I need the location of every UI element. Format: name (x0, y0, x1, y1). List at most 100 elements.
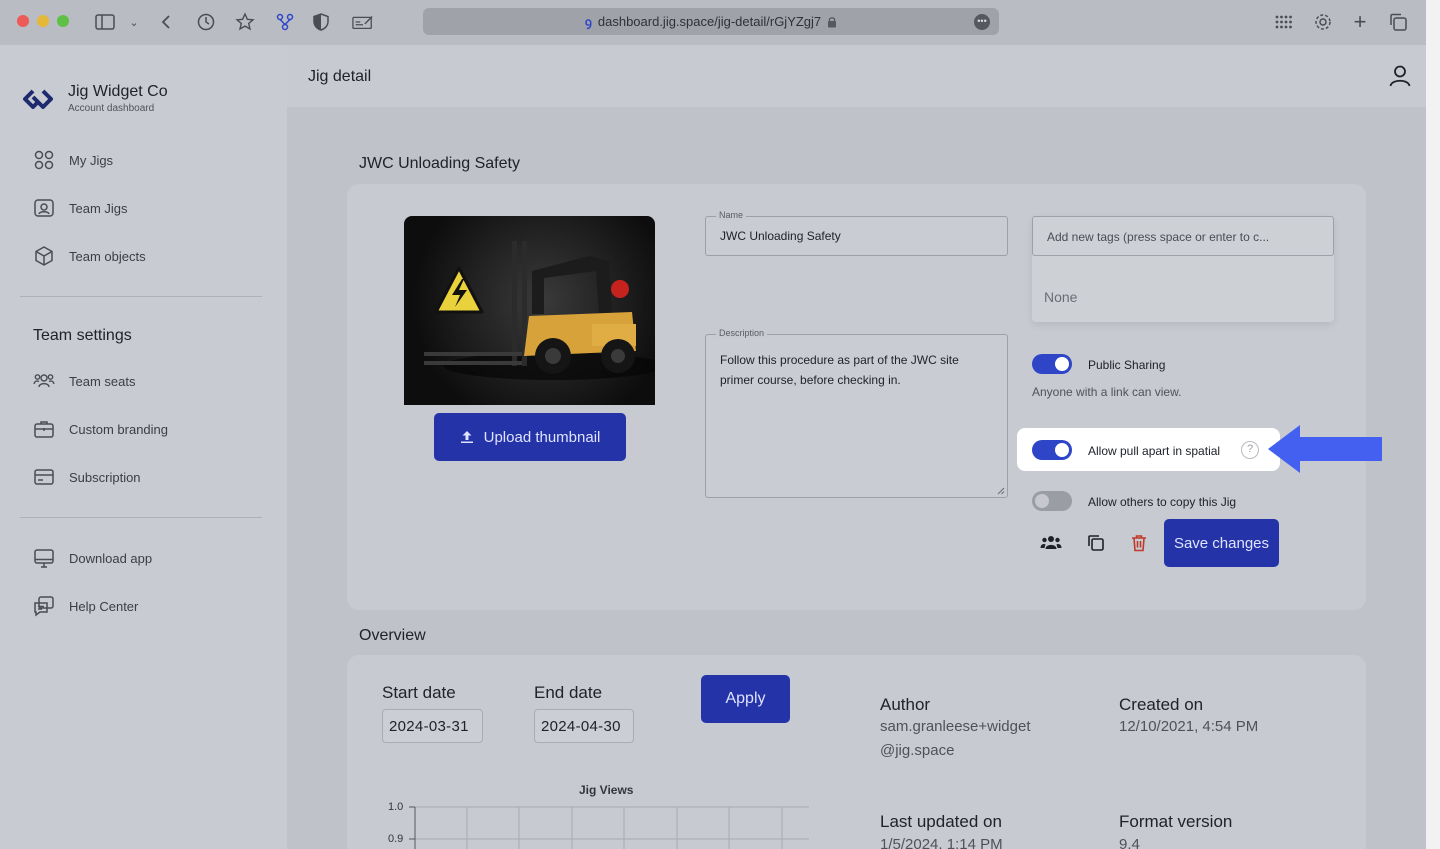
reader-icon[interactable] (352, 11, 374, 33)
tags-input[interactable]: Add new tags (press space or enter to c.… (1032, 216, 1334, 256)
sidebar-item-team-objects[interactable]: Team objects (33, 245, 146, 267)
help-icon (34, 596, 54, 617)
start-date-input[interactable]: 2024-03-31 (382, 709, 483, 743)
created-value: 12/10/2021, 4:54 PM (1119, 718, 1259, 735)
resize-handle-icon[interactable] (997, 487, 1005, 495)
star-icon[interactable] (234, 11, 256, 33)
updated-label: Last updated on (880, 812, 1002, 831)
overview-card: Start date 2024-03-31 End date 2024-04-3… (347, 655, 1366, 849)
users-icon (33, 374, 55, 388)
grid-icon (34, 150, 54, 170)
minimize-window-button[interactable] (37, 15, 49, 27)
team-share-icon[interactable] (1040, 534, 1062, 552)
overview-heading: Overview (359, 627, 426, 644)
sidebar-item-label: Download app (69, 550, 153, 566)
format-value: 9.4 (1119, 836, 1140, 849)
sidebar-item-download-app[interactable]: Download app (33, 547, 152, 569)
history-icon[interactable] (195, 11, 217, 33)
user-icon[interactable] (1388, 64, 1412, 88)
upload-thumbnail-button[interactable]: Upload thumbnail (434, 413, 626, 461)
sidebar-item-label: Custom branding (69, 421, 168, 437)
briefcase-icon (34, 421, 54, 438)
sidebar: Jig Widget Co Account dashboard My Jigs … (0, 45, 287, 849)
start-date-label: Start date (382, 683, 456, 702)
tags-empty-text: None (1044, 289, 1078, 305)
sidebar-item-label: Team objects (69, 248, 146, 264)
sidebar-divider (20, 296, 262, 297)
apply-label: Apply (725, 690, 766, 707)
brand-subtitle: Account dashboard (68, 103, 155, 114)
sidebar-item-label: Team Jigs (69, 200, 128, 216)
tags-panel: Add new tags (press space or enter to c.… (1032, 216, 1334, 322)
y-tick-label: 0.9 (388, 833, 404, 845)
name-field[interactable]: Name JWC Unloading Safety (705, 210, 1008, 256)
close-window-button[interactable] (17, 15, 29, 27)
copy-jig-label: Allow others to copy this Jig (1088, 495, 1237, 509)
name-field-value: JWC Unloading Safety (720, 229, 841, 243)
sidebar-item-label: Help Center (69, 598, 139, 614)
created-label: Created on (1119, 695, 1204, 714)
jig-views-chart (409, 806, 809, 849)
description-field[interactable]: Description Follow this procedure as par… (705, 328, 1008, 498)
description-field-label: Description (716, 328, 768, 338)
updated-value: 1/5/2024, 1:14 PM (880, 836, 1003, 849)
author-value: sam.granleese+widget@jig.space (880, 718, 1031, 759)
end-date-label: End date (534, 683, 603, 702)
back-icon[interactable] (155, 11, 177, 33)
tabs-overview-icon[interactable] (1387, 11, 1409, 33)
pull-apart-highlight: Allow pull apart in spatial ? (1017, 428, 1280, 471)
jig-heading: JWC Unloading Safety (359, 155, 520, 172)
monitor-icon (34, 549, 54, 568)
upload-icon (460, 431, 473, 443)
window-edge (1426, 0, 1440, 849)
gear-icon[interactable] (1312, 11, 1334, 33)
author-label: Author (880, 695, 931, 714)
more-icon[interactable]: ••• (974, 14, 990, 30)
sidebar-item-team-jigs[interactable]: Team Jigs (33, 197, 128, 219)
pull-apart-label: Allow pull apart in spatial (1088, 444, 1221, 458)
new-tab-icon[interactable]: + (1349, 9, 1371, 34)
duplicate-icon[interactable] (1087, 534, 1105, 552)
lock-icon (828, 16, 837, 27)
card-icon (34, 469, 54, 485)
cube-icon (35, 246, 53, 266)
team-jigs-icon (34, 199, 54, 217)
pointer-arrow-icon (1268, 425, 1382, 473)
help-circle-icon[interactable]: ? (1241, 441, 1259, 459)
brand[interactable]: Jig Widget Co Account dashboard (22, 83, 168, 114)
site-logo-icon: ꝯ (584, 15, 592, 29)
jig-thumbnail (404, 216, 655, 405)
zoom-window-button[interactable] (57, 15, 69, 27)
sidebar-divider (20, 517, 262, 518)
copy-jig-toggle[interactable] (1032, 491, 1072, 511)
url-text: dashboard.jig.space/jig-detail/rGjYZgj7 (597, 14, 822, 29)
sidebar-item-subscription[interactable]: Subscription (33, 466, 141, 488)
sidebar-item-team-seats[interactable]: Team seats (33, 370, 135, 392)
format-label: Format version (1119, 812, 1233, 831)
page-header: Jig detail (287, 45, 1426, 107)
chevron-down-icon[interactable]: ⌄ (123, 11, 145, 33)
sidebar-item-help-center[interactable]: Help Center (33, 595, 138, 617)
browser-toolbar: ⌄ ꝯ dashboard.jig.space/jig-detail/rGjYZ… (0, 0, 1426, 45)
save-changes-button[interactable]: Save changes (1164, 519, 1279, 567)
save-changes-label: Save changes (1173, 534, 1270, 552)
address-bar[interactable]: ꝯ dashboard.jig.space/jig-detail/rGjYZgj… (423, 8, 999, 35)
delete-icon[interactable] (1131, 534, 1147, 552)
sidebar-item-custom-branding[interactable]: Custom branding (33, 418, 168, 440)
upload-thumbnail-label: Upload thumbnail (483, 428, 601, 446)
end-date-input[interactable]: 2024-04-30 (534, 709, 634, 743)
public-sharing-toggle[interactable] (1032, 354, 1072, 374)
forklift-image (424, 241, 655, 380)
sidebar-toggle-icon[interactable] (94, 11, 116, 33)
y-tick-label: 1.0 (388, 801, 404, 813)
apply-button[interactable]: Apply (701, 675, 790, 723)
page-title: Jig detail (308, 68, 372, 85)
sidebar-item-label: Subscription (69, 469, 141, 485)
shield-icon[interactable] (310, 11, 332, 33)
chart-title: Jig Views (579, 783, 634, 797)
extension-icon[interactable] (274, 11, 296, 33)
apps-grid-icon[interactable] (1273, 11, 1295, 33)
pull-apart-toggle[interactable] (1032, 440, 1072, 460)
sidebar-item-my-jigs[interactable]: My Jigs (33, 149, 113, 171)
public-sharing-label: Public Sharing (1088, 358, 1166, 372)
